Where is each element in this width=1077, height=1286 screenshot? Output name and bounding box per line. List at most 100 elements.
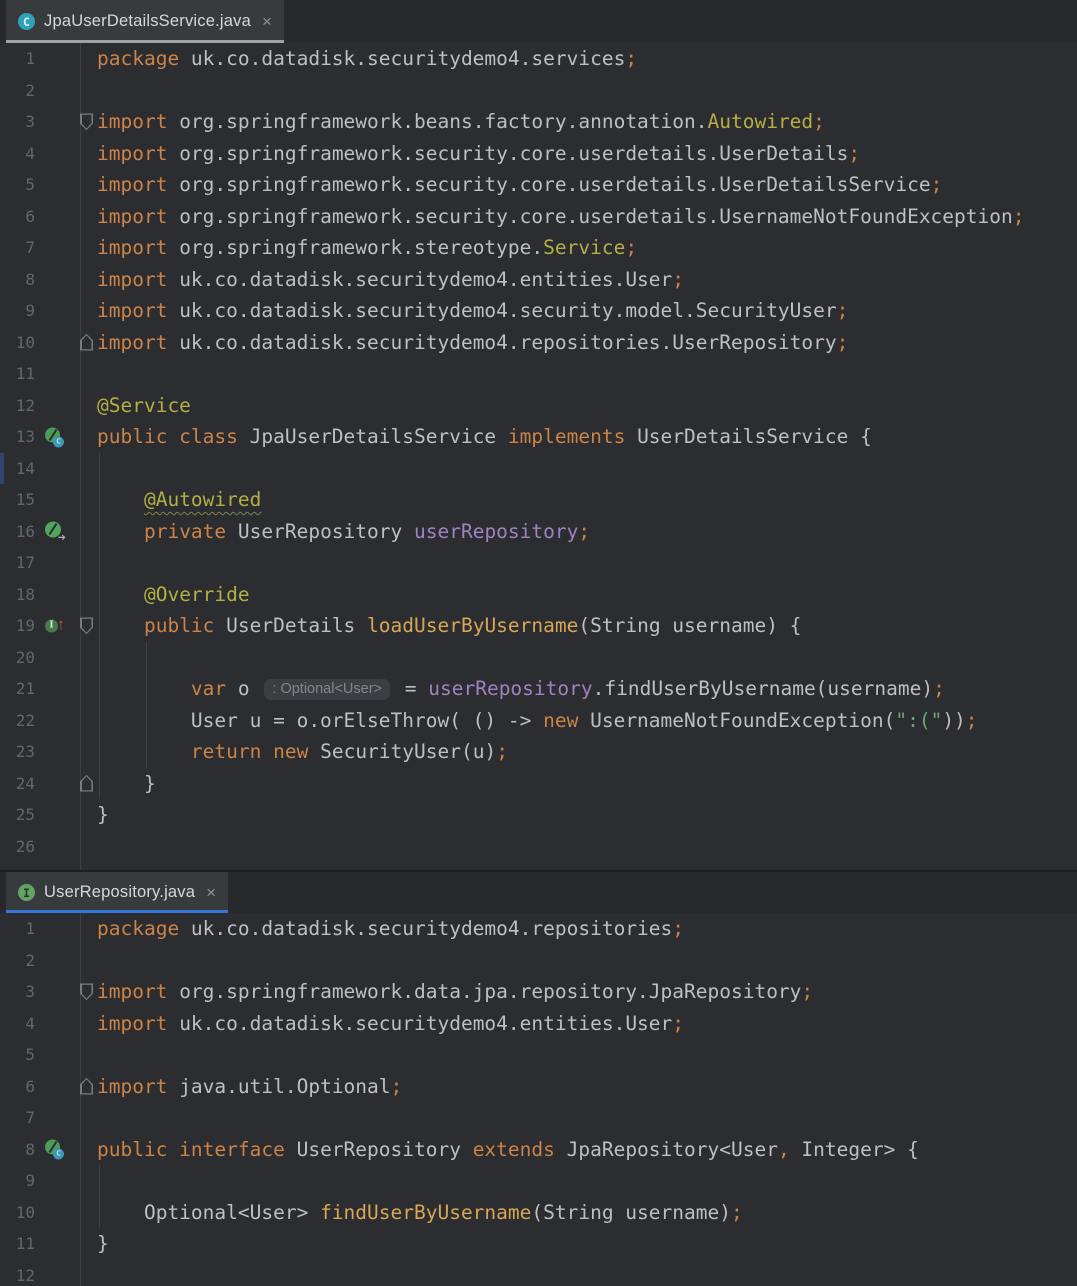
code-text: User u = o.orElseThrow( () -> new Userna… [97, 705, 978, 737]
code-text: import org.springframework.beans.factory… [97, 106, 825, 138]
code-line[interactable]: 1 package uk.co.datadisk.securitydemo4.re… [0, 913, 1077, 945]
code-line[interactable]: 10 Optional<User> findUserByUsername(Str… [0, 1197, 1077, 1229]
code-line[interactable]: 12@Service [0, 390, 1077, 422]
code-line[interactable]: 3 import org.springframework.beans.factor… [0, 106, 1077, 138]
java-interface-icon: I [18, 884, 35, 901]
code-text: package uk.co.datadisk.securitydemo4.ser… [97, 43, 637, 75]
line-number: 8 [0, 264, 35, 296]
line-number: 20 [0, 642, 35, 674]
code-line[interactable]: 26 [0, 831, 1077, 863]
line-number: 1 [0, 43, 35, 75]
code-text: package uk.co.datadisk.securitydemo4.rep… [97, 913, 684, 945]
code-line[interactable]: 4import org.springframework.security.cor… [0, 138, 1077, 170]
line-number: 3 [0, 106, 35, 138]
code-line[interactable]: 21 var o : Optional<User> = userReposito… [0, 673, 1077, 705]
line-number: 15 [0, 484, 35, 516]
fold-marker[interactable] [80, 775, 93, 792]
fold-marker[interactable] [80, 334, 93, 351]
code-text: import uk.co.datadisk.securitydemo4.enti… [97, 1008, 684, 1040]
tab-label: JpaUserDetailsService.java [44, 12, 251, 31]
code-line[interactable]: 2 [0, 945, 1077, 977]
code-line[interactable]: 16➜ private UserRepository userRepositor… [0, 516, 1077, 548]
code-line[interactable]: 5 [0, 1039, 1077, 1071]
code-line[interactable]: 8cpublic interface UserRepository extend… [0, 1134, 1077, 1166]
close-icon[interactable]: × [262, 12, 272, 32]
code-line[interactable]: 9 [0, 1165, 1077, 1197]
code-line[interactable]: 3import org.springframework.data.jpa.rep… [0, 976, 1077, 1008]
code-line[interactable]: 22 User u = o.orElseThrow( () -> new Use… [0, 705, 1077, 737]
fold-marker[interactable] [80, 983, 93, 1000]
code-text: return new SecurityUser(u); [97, 736, 508, 768]
line-number: 18 [0, 579, 35, 611]
line-number: 4 [0, 138, 35, 170]
code-line[interactable]: 9import uk.co.datadisk.securitydemo4.sec… [0, 295, 1077, 327]
code-line[interactable]: 25} [0, 799, 1077, 831]
code-text: } [97, 768, 156, 800]
line-number: 13 [0, 421, 35, 453]
code-line[interactable]: 10import uk.co.datadisk.securitydemo4.re… [0, 327, 1077, 359]
tab-userrepository[interactable]: I UserRepository.java × [6, 872, 228, 913]
line-number: 5 [0, 169, 35, 201]
code-line[interactable]: 11 [0, 358, 1077, 390]
code-line[interactable]: 8 import uk.co.datadisk.securitydemo4.ent… [0, 264, 1077, 296]
tab-jpauserdetailsservice[interactable]: C JpaUserDetailsService.java × [6, 0, 284, 43]
line-number: 25 [0, 799, 35, 831]
code-line[interactable]: 20 [0, 642, 1077, 674]
code-line[interactable]: 6import org.springframework.security.cor… [0, 201, 1077, 233]
line-number: 5 [0, 1039, 35, 1071]
code-line[interactable]: 2 [0, 75, 1077, 107]
fold-marker[interactable] [80, 113, 93, 130]
code-text: import uk.co.datadisk.securitydemo4.repo… [97, 327, 848, 359]
line-number: 7 [0, 1102, 35, 1134]
code-line[interactable]: 6 import java.util.Optional; [0, 1071, 1077, 1103]
code-editor-jpauserdetailsservice[interactable]: 1 package uk.co.datadisk.securitydemo4.se… [0, 43, 1077, 870]
line-number: 23 [0, 736, 35, 768]
spring-bean-icon[interactable]: c [45, 1140, 65, 1159]
line-number: 6 [0, 1071, 35, 1103]
code-text: import org.springframework.security.core… [97, 201, 1024, 233]
editor-split-top: C JpaUserDetailsService.java × 1 package … [0, 0, 1077, 870]
code-text: import java.util.Optional; [97, 1071, 402, 1103]
code-line[interactable]: 7import org.springframework.stereotype.S… [0, 232, 1077, 264]
code-editor-userrepository[interactable]: 1 package uk.co.datadisk.securitydemo4.re… [0, 913, 1077, 1286]
code-line[interactable]: 18 @Override [0, 579, 1077, 611]
tab-bar-bottom: I UserRepository.java × [0, 870, 1077, 913]
autowired-dependency-icon[interactable]: ➜ [45, 522, 65, 541]
code-text: } [97, 1228, 109, 1260]
line-number: 11 [0, 358, 35, 390]
line-number: 7 [0, 232, 35, 264]
code-text: public UserDetails loadUserByUsername(St… [97, 610, 801, 642]
line-number: 1 [0, 913, 35, 945]
spring-bean-icon[interactable]: c [45, 427, 65, 446]
code-line[interactable]: 11} [0, 1228, 1077, 1260]
code-line[interactable]: 5 import org.springframework.security.cor… [0, 169, 1077, 201]
line-number: 2 [0, 945, 35, 977]
code-line[interactable]: 12 [0, 1260, 1077, 1286]
code-line[interactable]: 13cpublic class JpaUserDetailsService im… [0, 421, 1077, 453]
editor-split-bottom: I UserRepository.java × 1 package uk.co.d… [0, 870, 1077, 1286]
code-line[interactable]: 19 I↑ public UserDetails loadUserByUserna… [0, 610, 1077, 642]
line-number: 14 [0, 453, 35, 485]
code-line[interactable]: 23 return new SecurityUser(u); [0, 736, 1077, 768]
code-line[interactable]: 17 [0, 547, 1077, 579]
line-number: 19 [0, 610, 35, 642]
code-text: import org.springframework.security.core… [97, 169, 942, 201]
fold-marker[interactable] [80, 617, 93, 634]
code-text: import uk.co.datadisk.securitydemo4.enti… [97, 264, 684, 296]
code-line[interactable]: 1 package uk.co.datadisk.securitydemo4.se… [0, 43, 1077, 75]
code-line[interactable]: 24 } [0, 768, 1077, 800]
code-line[interactable]: 14 [0, 453, 1077, 485]
code-line[interactable]: 15 @Autowired [0, 484, 1077, 516]
tab-bar-top: C JpaUserDetailsService.java × [0, 0, 1077, 43]
code-text: import org.springframework.data.jpa.repo… [97, 976, 813, 1008]
close-icon[interactable]: × [206, 883, 216, 903]
line-number: 11 [0, 1228, 35, 1260]
code-text: private UserRepository userRepository; [97, 516, 590, 548]
line-number: 9 [0, 295, 35, 327]
overriding-method-icon[interactable]: I↑ [45, 616, 65, 635]
code-line[interactable]: 4 import uk.co.datadisk.securitydemo4.ent… [0, 1008, 1077, 1040]
code-line[interactable]: 7 [0, 1102, 1077, 1134]
fold-marker[interactable] [80, 1078, 93, 1095]
code-text: public interface UserRepository extends … [97, 1134, 919, 1166]
line-number: 4 [0, 1008, 35, 1040]
